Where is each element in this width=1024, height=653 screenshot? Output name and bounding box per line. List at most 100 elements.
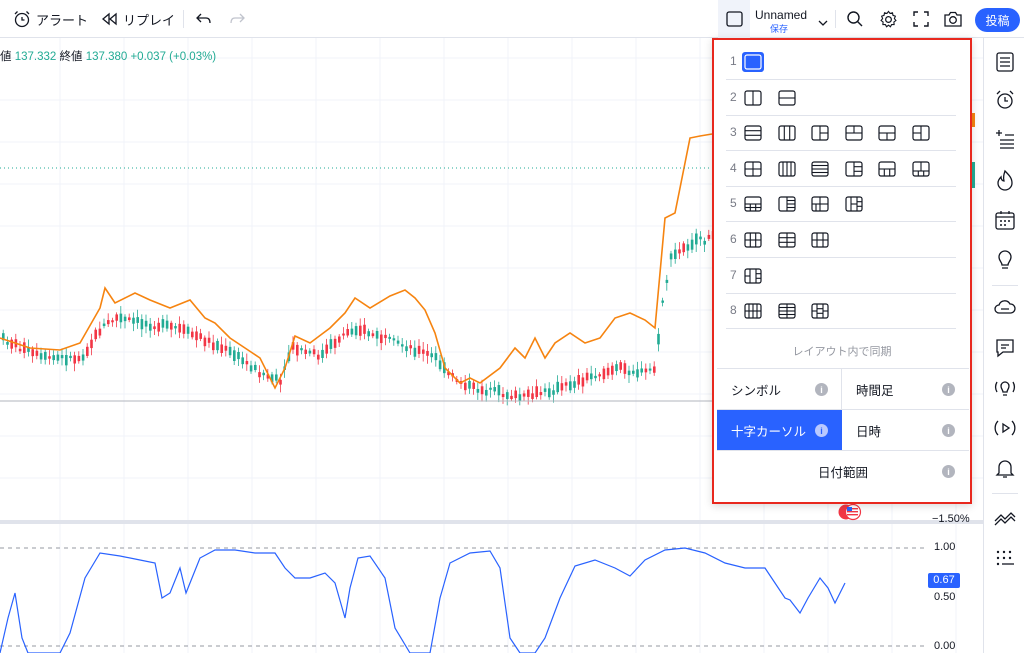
fullscreen-button[interactable]: [912, 0, 930, 38]
ideas-broadcast-icon[interactable]: [993, 376, 1017, 400]
layout-option-5-3-icon[interactable]: [809, 194, 831, 214]
layout-row-number: 5: [730, 196, 737, 211]
osc-scale-mid: 0.50: [934, 591, 956, 603]
sync-interval-option[interactable]: 時間足 i: [842, 368, 969, 409]
candle-body: [136, 317, 139, 323]
candle-body: [430, 353, 433, 358]
alert-button[interactable]: アラート: [12, 0, 88, 38]
candle-body: [241, 357, 244, 365]
candle-body: [648, 368, 652, 371]
info-icon[interactable]: i: [815, 383, 828, 396]
layout-option-2-2-icon[interactable]: [776, 88, 798, 108]
layout-row-number: 2: [730, 89, 737, 104]
candle-body: [321, 349, 324, 358]
layout-name: Unnamed: [755, 8, 808, 22]
layout-option-6-2-icon[interactable]: [776, 230, 798, 250]
info-icon[interactable]: i: [942, 383, 955, 396]
message-icon[interactable]: [993, 336, 1017, 360]
layout-option-3-6-icon[interactable]: [910, 123, 932, 143]
add-list-icon[interactable]: [993, 128, 1017, 152]
candle-body: [195, 331, 198, 341]
layout-option-3-5-icon[interactable]: [876, 123, 898, 143]
candle-body: [405, 346, 408, 352]
alarm-clock-icon[interactable]: [993, 88, 1017, 112]
watchlist-icon[interactable]: [993, 50, 1017, 74]
layout-option-6-3-icon[interactable]: [809, 230, 831, 250]
layout-option-5-1-icon[interactable]: [742, 194, 764, 214]
search-button[interactable]: [846, 0, 864, 38]
stream-play-icon[interactable]: [993, 416, 1017, 440]
screenshot-button[interactable]: [943, 0, 963, 38]
candle-body: [619, 362, 622, 370]
info-icon[interactable]: i: [942, 424, 955, 437]
candle-body: [527, 389, 530, 397]
alarm-clock-plus-icon: [12, 9, 32, 29]
undo-button[interactable]: [195, 0, 213, 38]
layout-option-8-1-icon[interactable]: [742, 301, 764, 321]
layout-option-5-4-icon[interactable]: [843, 194, 865, 214]
lightbulb-icon[interactable]: [993, 248, 1017, 272]
layout-option-3-4-icon[interactable]: [843, 123, 865, 143]
chat-cloud-icon[interactable]: [993, 296, 1017, 320]
layout-option-4-3-icon[interactable]: [809, 159, 831, 179]
replay-button[interactable]: リプレイ: [101, 0, 175, 38]
candle-body: [191, 331, 194, 338]
candle-body: [585, 372, 589, 381]
layout-option-5-2-icon[interactable]: [776, 194, 798, 214]
layout-option-7-1-icon[interactable]: [742, 266, 764, 286]
sync-datetime-option[interactable]: 日時 i: [842, 409, 969, 450]
layout-select-button[interactable]: [718, 0, 750, 38]
candle-body: [384, 334, 387, 339]
candle-body: [111, 320, 114, 323]
sync-symbol-option[interactable]: シンボル i: [717, 368, 842, 409]
hotlist-flame-icon[interactable]: [993, 168, 1017, 192]
layout-row-number: 6: [730, 232, 737, 246]
layout-option-4-5-icon[interactable]: [876, 159, 898, 179]
toolbar-divider: [835, 10, 836, 28]
candle-body: [346, 329, 349, 336]
candle-body: [18, 348, 22, 352]
layout-row-8: 8: [726, 293, 956, 330]
settings-button[interactable]: [879, 0, 898, 38]
pine-trend-icon[interactable]: [993, 506, 1017, 530]
layout-option-8-2-icon[interactable]: [776, 301, 798, 321]
info-icon[interactable]: i: [815, 424, 828, 437]
candle-body: [468, 380, 471, 389]
layout-option-6-1-icon[interactable]: [742, 230, 764, 250]
candle-body: [375, 331, 379, 339]
notification-bell-icon[interactable]: [993, 456, 1017, 480]
layout-name-menu[interactable]: Unnamed 保存: [752, 0, 832, 38]
publish-button[interactable]: 投稿: [975, 8, 1020, 32]
layout-option-3-2-icon[interactable]: [776, 123, 798, 143]
calendar-icon[interactable]: [993, 208, 1017, 232]
layout-option-1-1-icon[interactable]: [742, 52, 764, 72]
candle-body: [220, 344, 223, 353]
layout-option-4-6-icon[interactable]: [910, 159, 932, 179]
candle-body: [329, 339, 333, 349]
layout-option-4-4-icon[interactable]: [843, 159, 865, 179]
candle-body: [144, 320, 148, 327]
info-icon[interactable]: i: [942, 465, 955, 478]
osc-scale-low: 0.00: [934, 640, 956, 652]
right-sidebar: [983, 38, 1024, 653]
sync-date-range-option[interactable]: 日付範囲 i: [717, 450, 969, 491]
sync-symbol-label: シンボル: [731, 383, 782, 398]
candle-body: [489, 387, 492, 390]
redo-button[interactable]: [228, 0, 246, 38]
layout-option-4-2-icon[interactable]: [776, 159, 798, 179]
candle-body: [199, 333, 202, 339]
candle-body: [170, 322, 173, 330]
layout-option-2-1-icon[interactable]: [742, 88, 764, 108]
dom-grid-icon[interactable]: [993, 546, 1017, 570]
candle-body: [300, 348, 303, 351]
candle-body: [627, 370, 631, 376]
layout-option-3-1-icon[interactable]: [742, 123, 764, 143]
candle-body: [60, 355, 64, 359]
layout-option-4-1-icon[interactable]: [742, 159, 764, 179]
candle-body: [186, 326, 190, 334]
layout-option-8-3-icon[interactable]: [809, 301, 831, 321]
layout-option-3-3-icon[interactable]: [809, 123, 831, 143]
chevron-down-icon: [818, 14, 828, 32]
flag-marker[interactable]: [838, 503, 862, 521]
sync-crosshair-option[interactable]: 十字カーソル i: [717, 409, 842, 450]
